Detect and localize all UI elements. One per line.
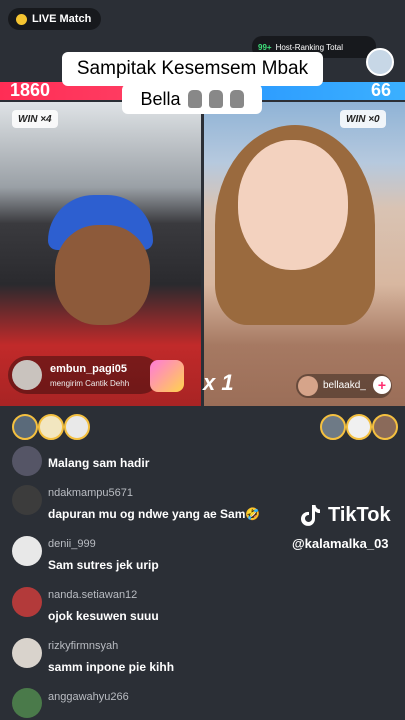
caption-line-2: Bella xyxy=(122,84,262,114)
gift-multiplier: x 1 xyxy=(203,370,234,395)
comment-avatar[interactable] xyxy=(12,688,42,718)
supporter-avatar[interactable] xyxy=(372,414,398,440)
moai-icon xyxy=(187,90,202,108)
supporter-avatar[interactable] xyxy=(346,414,372,440)
ranking-label: Host-Ranking Total xyxy=(275,42,344,52)
gift-icon xyxy=(150,360,184,392)
live-match-pill[interactable]: LIVE Match xyxy=(8,8,102,30)
opponent-avatar[interactable] xyxy=(298,376,318,396)
comment-avatar[interactable] xyxy=(12,446,42,476)
ranking-level: 99+ xyxy=(258,42,272,52)
watermark-handle: @kalamalka_03 xyxy=(292,536,389,551)
caption-text-2: Bella xyxy=(140,88,181,109)
gift-message: mengirim Cantik Dehh xyxy=(50,379,130,388)
right-win-badge: WIN ×0 xyxy=(340,110,386,128)
left-win-badge: WIN ×4 xyxy=(12,110,58,128)
comment-username[interactable]: nanda.setiawan12 xyxy=(48,589,137,601)
opponent-name: bellaakd_ xyxy=(323,380,366,391)
caption-line-1: Sampitak Kesemsem Mbak xyxy=(62,52,323,86)
left-host-face xyxy=(55,225,150,325)
comment-text: ojok kesuwen suuu xyxy=(48,609,159,623)
coin-icon xyxy=(16,13,27,25)
host-avatar[interactable] xyxy=(366,48,394,76)
follow-plus-icon[interactable]: + xyxy=(373,376,391,394)
right-host-face xyxy=(238,140,348,270)
tiktok-watermark: TikTok xyxy=(300,503,391,527)
comment-avatar[interactable] xyxy=(12,536,42,566)
gift-sender-avatar[interactable] xyxy=(12,360,42,390)
supporter-avatar[interactable] xyxy=(12,414,38,440)
live-match-label: LIVE Match xyxy=(32,13,92,25)
comment-username[interactable]: rizkyfirmnsyah xyxy=(48,640,118,652)
comment-username[interactable]: ndakmampu5671 xyxy=(48,487,133,499)
comment-avatar[interactable] xyxy=(12,587,42,617)
tiktok-brand: TikTok xyxy=(328,503,391,526)
supporter-avatar[interactable] xyxy=(64,414,90,440)
comment-avatar[interactable] xyxy=(12,638,42,668)
comment-username[interactable]: anggawahyu266 xyxy=(48,691,129,703)
moai-icon xyxy=(229,90,244,108)
tiktok-logo-icon xyxy=(300,503,322,527)
left-score: 1860 xyxy=(10,80,51,100)
comment-text: Malang sam hadir xyxy=(48,456,150,470)
comment-text: Sam sutres jek urip xyxy=(48,558,159,572)
comment-username[interactable]: denii_999 xyxy=(48,538,96,550)
comment-avatar[interactable] xyxy=(12,485,42,515)
supporter-avatar[interactable] xyxy=(38,414,64,440)
moai-icon xyxy=(208,90,223,108)
comment-text: samm inpone pie kihh xyxy=(48,660,175,674)
gift-sender-name: embun_pagi05 xyxy=(50,363,128,375)
right-score: 66 xyxy=(370,80,391,100)
caption-text-1: Sampitak Kesemsem Mbak xyxy=(76,58,309,79)
comment-text: dapuran mu og ndwe yang ae Sam🤣 xyxy=(48,507,261,521)
supporter-avatar[interactable] xyxy=(320,414,346,440)
